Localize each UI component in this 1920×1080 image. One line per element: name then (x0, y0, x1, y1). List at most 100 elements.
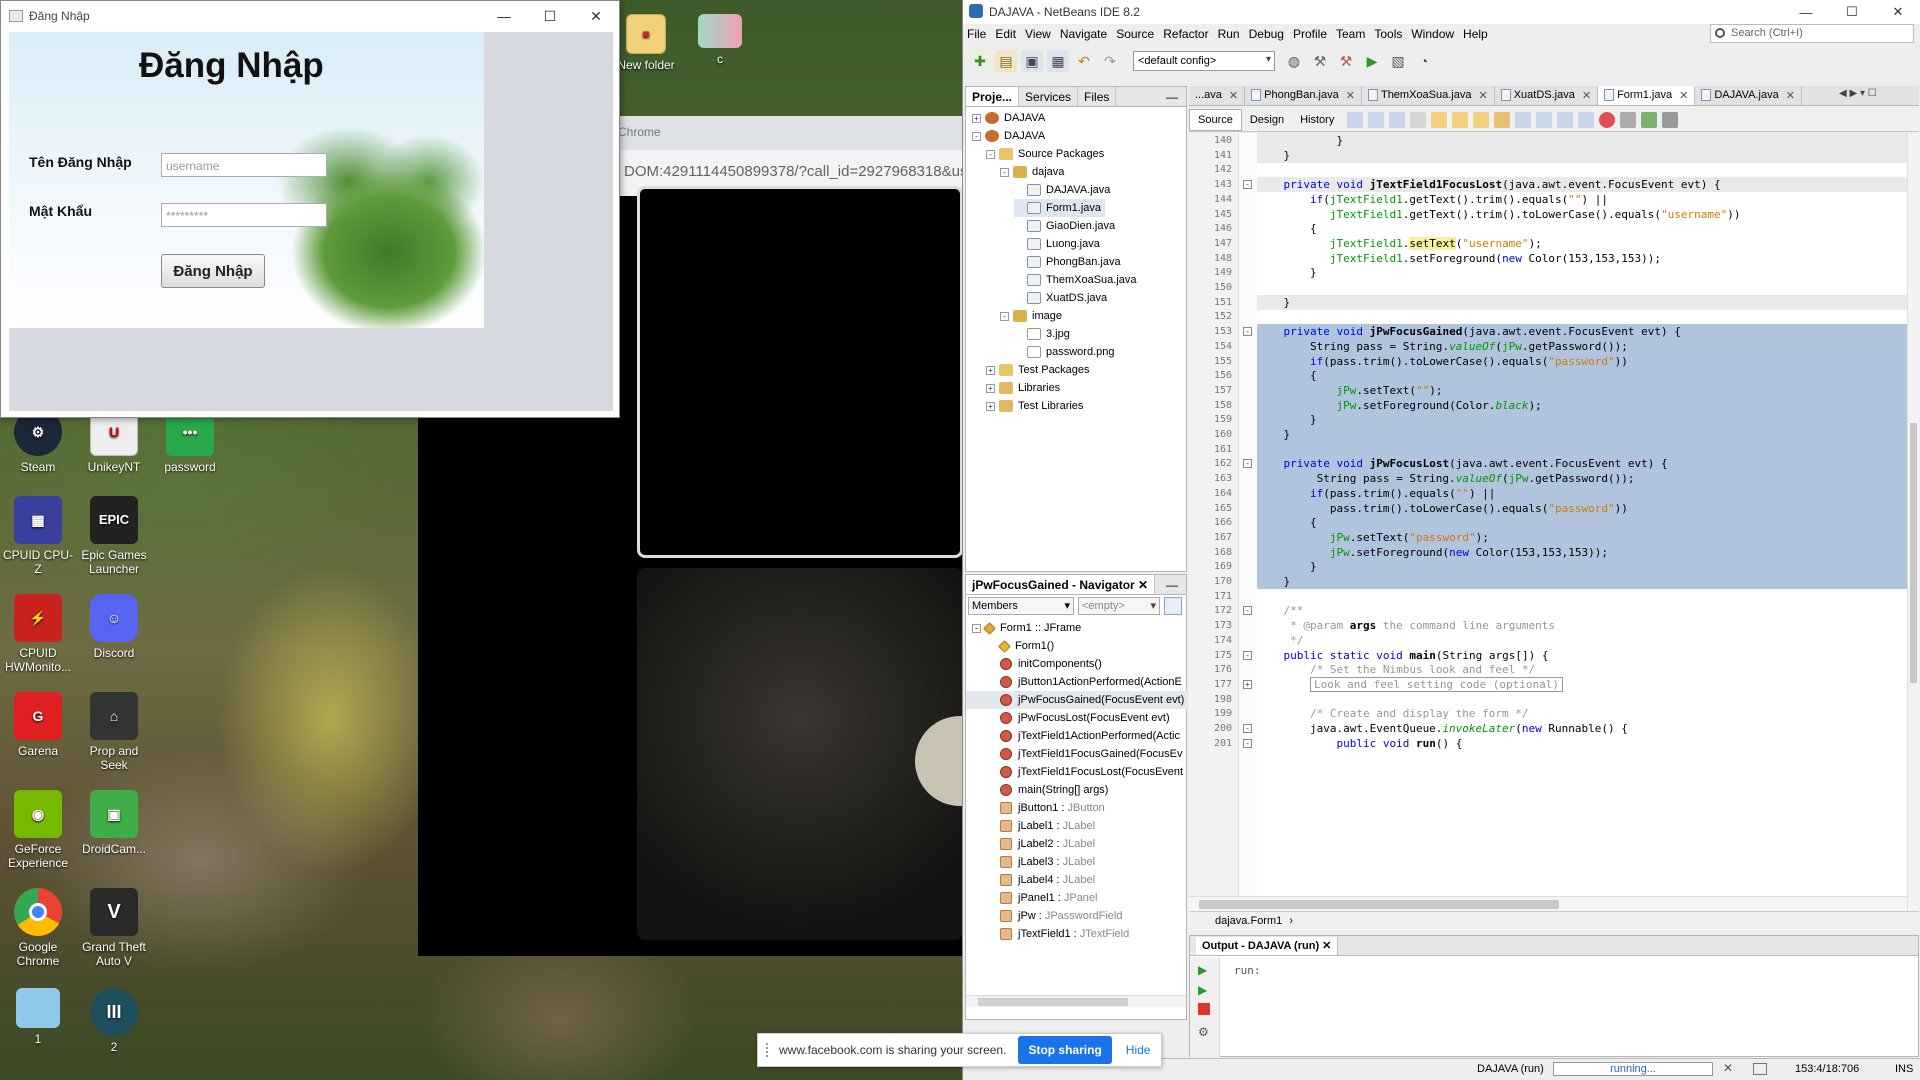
code-line[interactable] (1257, 441, 1907, 457)
code-line[interactable]: { (1257, 221, 1907, 236)
close-tab-icon[interactable]: ✕ (1346, 89, 1355, 102)
menu-source[interactable]: Source (1116, 27, 1154, 41)
profile-icon[interactable]: ◔ (1413, 50, 1435, 72)
comment-icon[interactable] (1641, 111, 1658, 128)
menu-debug[interactable]: Debug (1249, 27, 1284, 41)
editor-tab[interactable]: ThemXoaSua.java ✕ (1362, 86, 1495, 105)
new-file-icon[interactable]: ✚ (969, 50, 991, 72)
tab-navigator[interactable]: jPwFocusGained - Navigator ✕ (966, 575, 1156, 594)
close-tab-icon[interactable]: ✕ (1229, 89, 1238, 102)
maximize-button[interactable]: ☐ (1829, 0, 1875, 24)
clean-build-icon[interactable]: ⚒ (1335, 50, 1357, 72)
collapse-fold-icon[interactable]: - (1243, 606, 1252, 616)
expand-fold-icon[interactable]: + (1243, 679, 1252, 689)
config-select[interactable]: <default config> ▾ (1133, 51, 1275, 71)
horizontal-scrollbar[interactable] (966, 995, 1186, 1007)
menu-profile[interactable]: Profile (1293, 27, 1327, 41)
history-select[interactable]: <empty> ▾ (1078, 597, 1160, 615)
drag-handle-icon[interactable] (766, 1043, 769, 1057)
code-line[interactable]: pass.trim().toLowerCase().equals("passwo… (1257, 500, 1907, 516)
chrome-tab-title[interactable]: Chrome (618, 125, 661, 139)
navigator-member[interactable]: main(String[] args) (966, 781, 1188, 799)
expand-icon[interactable]: + (986, 401, 995, 411)
navigator-member[interactable]: jPw : JPasswordField (966, 907, 1188, 925)
project-tree-item[interactable]: - dajava (1000, 163, 1064, 181)
close-button[interactable]: ✕ (1875, 0, 1920, 24)
code-line[interactable]: java.awt.EventQueue.invokeLater(new Runn… (1257, 721, 1907, 736)
record-macro-icon[interactable] (1599, 111, 1616, 128)
minimize-panel-icon[interactable]: — (1158, 87, 1186, 106)
code-line[interactable]: /* Set the Nimbus look and feel */ (1257, 662, 1907, 677)
menu-navigate[interactable]: Navigate (1060, 27, 1107, 41)
expand-icon[interactable]: + (986, 383, 995, 393)
project-tree-item[interactable]: DAJAVA.java (1014, 181, 1110, 199)
navigator-member[interactable]: jPwFocusGained(FocusEvent evt) (966, 691, 1188, 709)
project-tree-item[interactable]: - Source Packages (986, 145, 1104, 163)
close-icon[interactable]: ✕ (1322, 940, 1331, 952)
code-line[interactable]: jPw.setText(""); (1257, 382, 1907, 398)
navigator-member[interactable]: jButton1 : JButton (966, 799, 1188, 817)
code-line[interactable]: jTextField1.getText().trim().toLowerCase… (1257, 207, 1907, 222)
find-previous-icon[interactable] (1431, 111, 1448, 128)
find-next-icon[interactable] (1452, 111, 1469, 128)
hide-button[interactable]: Hide (1126, 1043, 1151, 1057)
back-icon[interactable] (1368, 111, 1385, 128)
menu-help[interactable]: Help (1463, 27, 1488, 41)
stop-sharing-button[interactable]: Stop sharing (1018, 1036, 1112, 1064)
mode-source[interactable]: Source (1189, 108, 1242, 131)
code-line[interactable]: /** (1257, 603, 1907, 618)
menu-file[interactable]: File (967, 27, 986, 41)
forward-icon[interactable] (1389, 111, 1406, 128)
code-line[interactable]: private void jPwFocusGained(java.awt.eve… (1257, 324, 1907, 340)
close-button[interactable]: ✕ (573, 1, 619, 31)
password-field[interactable]: ********* (161, 203, 327, 227)
project-tree-item[interactable]: - image (1000, 307, 1062, 325)
navigator-member[interactable]: jLabel1 : JLabel (966, 817, 1188, 835)
members-filter-select[interactable]: Members ▾ (968, 597, 1074, 615)
collapse-icon[interactable]: - (986, 149, 995, 159)
desktop-icon-google-chrome[interactable]: Google Chrome (0, 888, 76, 968)
navigator-member[interactable]: jTextField1ActionPerformed(Actic (966, 727, 1188, 745)
collapse-fold-icon[interactable]: - (1243, 459, 1252, 469)
desktop-icon-hwmonitor[interactable]: ⚡ CPUID HWMonito... (0, 594, 76, 674)
mode-design[interactable]: Design (1242, 110, 1292, 130)
code-line[interactable]: } (1257, 147, 1907, 163)
collapse-icon[interactable]: - (1000, 167, 1009, 177)
toggle-bookmark-icon[interactable] (1494, 111, 1511, 128)
code-line[interactable]: } (1257, 294, 1907, 310)
navigator-member[interactable]: jTextField1FocusGained(FocusEv (966, 745, 1188, 763)
menu-window[interactable]: Window (1411, 27, 1454, 41)
collapse-fold-icon[interactable]: - (1243, 327, 1252, 337)
vertical-scrollbar[interactable] (1907, 133, 1919, 911)
horizontal-scrollbar[interactable] (1189, 896, 1907, 911)
debug-icon[interactable]: ▧ (1387, 50, 1409, 72)
username-field[interactable]: username (161, 153, 327, 177)
code-line[interactable]: /* Create and display the form */ (1257, 706, 1907, 721)
desktop-icon-1[interactable]: 1 (0, 988, 76, 1046)
rerun-with-params-icon[interactable]: ▶ (1198, 983, 1207, 997)
project-tree-item[interactable]: XuatDS.java (1014, 289, 1107, 307)
collapse-fold-icon[interactable]: - (1243, 724, 1252, 733)
code-line[interactable] (1257, 280, 1907, 295)
shift-left-icon[interactable] (1557, 111, 1574, 128)
save-all-icon[interactable]: ▦ (1047, 50, 1069, 72)
stop-macro-icon[interactable] (1620, 111, 1637, 128)
collapse-fold-icon[interactable]: - (1243, 180, 1252, 190)
desktop-icon-garena[interactable]: G Garena (0, 692, 76, 758)
settings-icon[interactable]: ⚙ (1198, 1025, 1209, 1039)
cancel-progress-icon[interactable]: ✕ (1723, 1061, 1733, 1075)
code-line[interactable]: { (1257, 515, 1907, 531)
tab-services[interactable]: Services (1019, 87, 1079, 106)
mode-history[interactable]: History (1292, 110, 1342, 130)
desktop-icon-cpuz[interactable]: ▦ CPUID CPU-Z (0, 496, 76, 576)
project-tree-item[interactable]: + Libraries (986, 379, 1060, 397)
globe-icon[interactable]: ◍ (1283, 50, 1305, 72)
desktop-icon-c[interactable]: c (682, 14, 758, 66)
code-line[interactable]: jTextField1.setForeground(new Color(153,… (1257, 251, 1907, 266)
desktop-icon-discord[interactable]: ☺ Discord (76, 594, 152, 660)
project-tree-item[interactable]: ThemXoaSua.java (1014, 271, 1137, 289)
navigator-member[interactable]: jButton1ActionPerformed(ActionE (966, 673, 1188, 691)
collapse-icon[interactable]: - (1000, 311, 1009, 321)
login-button[interactable]: Đăng Nhập (161, 254, 265, 288)
project-tree-item[interactable]: password.png (1014, 343, 1115, 361)
